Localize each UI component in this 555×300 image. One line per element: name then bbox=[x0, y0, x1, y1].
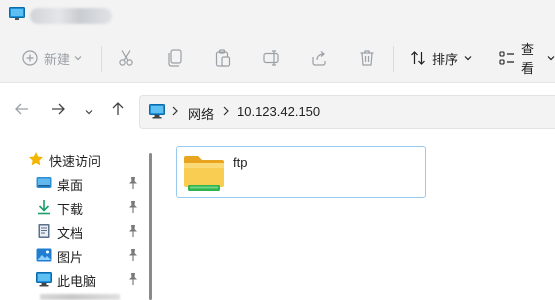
sidebar-item-this-pc[interactable]: 此电脑 bbox=[0, 267, 150, 291]
separator bbox=[393, 46, 394, 72]
desktop-icon bbox=[36, 175, 52, 191]
separator bbox=[101, 46, 102, 72]
pc-icon bbox=[9, 7, 25, 21]
title-bar[interactable] bbox=[0, 0, 555, 34]
file-explorer-window: 新建 排序 查看 网络 10.123.42.150 快速访问 桌面 下载 文档 … bbox=[0, 0, 555, 300]
sidebar-item-label: 快速访问 bbox=[49, 154, 102, 169]
view-button[interactable]: 查看 bbox=[499, 42, 555, 76]
sort-button-label: 排序 bbox=[432, 51, 459, 67]
sidebar-item-label: 文档 bbox=[57, 226, 84, 241]
new-button-label: 新建 bbox=[44, 51, 71, 67]
forward-button[interactable] bbox=[48, 101, 68, 121]
star-icon bbox=[28, 151, 44, 167]
document-icon bbox=[36, 223, 52, 239]
trash-icon bbox=[359, 49, 375, 67]
arrow-right-icon bbox=[51, 102, 65, 120]
rename-button[interactable] bbox=[263, 44, 281, 72]
chevron-down-icon bbox=[547, 55, 555, 61]
delete-button[interactable] bbox=[359, 44, 375, 72]
pin-icon[interactable] bbox=[127, 200, 139, 214]
pin-icon[interactable] bbox=[127, 248, 139, 262]
chevron-down-icon bbox=[74, 55, 82, 61]
scissors-icon bbox=[118, 49, 134, 67]
sort-icon bbox=[410, 50, 426, 66]
chevron-down-icon bbox=[464, 55, 472, 61]
picture-icon bbox=[36, 247, 52, 263]
breadcrumb-chevron-icon[interactable] bbox=[223, 105, 229, 119]
rename-icon bbox=[263, 50, 281, 66]
share-icon bbox=[311, 50, 327, 66]
sidebar-item-quick-access[interactable]: 快速访问 bbox=[0, 147, 150, 171]
cut-button[interactable] bbox=[118, 44, 134, 72]
sidebar-item-label: 桌面 bbox=[57, 178, 84, 193]
window-title-blurred bbox=[30, 8, 112, 24]
sidebar-item-label: 图片 bbox=[57, 250, 84, 265]
sort-button[interactable]: 排序 bbox=[410, 44, 472, 72]
sidebar-item-label: 下载 bbox=[57, 202, 84, 217]
pc-icon bbox=[149, 104, 165, 124]
download-icon bbox=[36, 199, 52, 215]
folder-name: ftp bbox=[233, 155, 248, 170]
sidebar-item-downloads[interactable]: 下载 bbox=[0, 195, 150, 219]
pin-icon[interactable] bbox=[127, 176, 139, 190]
back-button[interactable] bbox=[12, 101, 32, 121]
file-list-pane: ftp bbox=[160, 140, 555, 300]
partially-visible-sidebar-item bbox=[40, 294, 120, 300]
breadcrumb-chevron-icon[interactable] bbox=[172, 105, 178, 119]
pin-icon[interactable] bbox=[127, 272, 139, 286]
view-icon bbox=[499, 50, 515, 66]
plus-circle-icon bbox=[22, 50, 38, 66]
address-row: 网络 10.123.42.150 bbox=[0, 83, 555, 139]
sidebar-item-documents[interactable]: 文档 bbox=[0, 219, 150, 243]
sidebar-item-pictures[interactable]: 图片 bbox=[0, 243, 150, 267]
view-button-label: 查看 bbox=[521, 42, 535, 76]
share-button[interactable] bbox=[311, 44, 327, 72]
shared-folder-icon bbox=[183, 152, 227, 192]
paste-button[interactable] bbox=[215, 44, 231, 72]
arrow-left-icon bbox=[15, 102, 29, 120]
recent-locations-button[interactable] bbox=[79, 101, 99, 121]
sidebar-item-label: 此电脑 bbox=[57, 274, 97, 289]
new-button[interactable]: 新建 bbox=[22, 44, 82, 72]
arrow-up-icon bbox=[112, 101, 124, 121]
breadcrumb-network[interactable]: 网络 bbox=[188, 104, 214, 123]
pc-icon bbox=[36, 271, 52, 287]
copy-button[interactable] bbox=[167, 44, 183, 72]
paste-icon bbox=[215, 49, 231, 67]
copy-icon bbox=[167, 49, 183, 67]
address-bar[interactable]: 网络 10.123.42.150 bbox=[139, 95, 555, 129]
pin-icon[interactable] bbox=[127, 224, 139, 238]
command-bar: 新建 排序 查看 bbox=[0, 34, 555, 83]
up-button[interactable] bbox=[108, 101, 128, 121]
sidebar-scrollbar[interactable] bbox=[149, 153, 152, 300]
folder-item-ftp[interactable]: ftp bbox=[176, 146, 426, 198]
navigation-pane: 快速访问 桌面 下载 文档 图片 此电脑 bbox=[0, 140, 160, 300]
breadcrumb-host[interactable]: 10.123.42.150 bbox=[237, 104, 320, 119]
sidebar-item-desktop[interactable]: 桌面 bbox=[0, 171, 150, 195]
chevron-down-icon bbox=[85, 102, 93, 120]
